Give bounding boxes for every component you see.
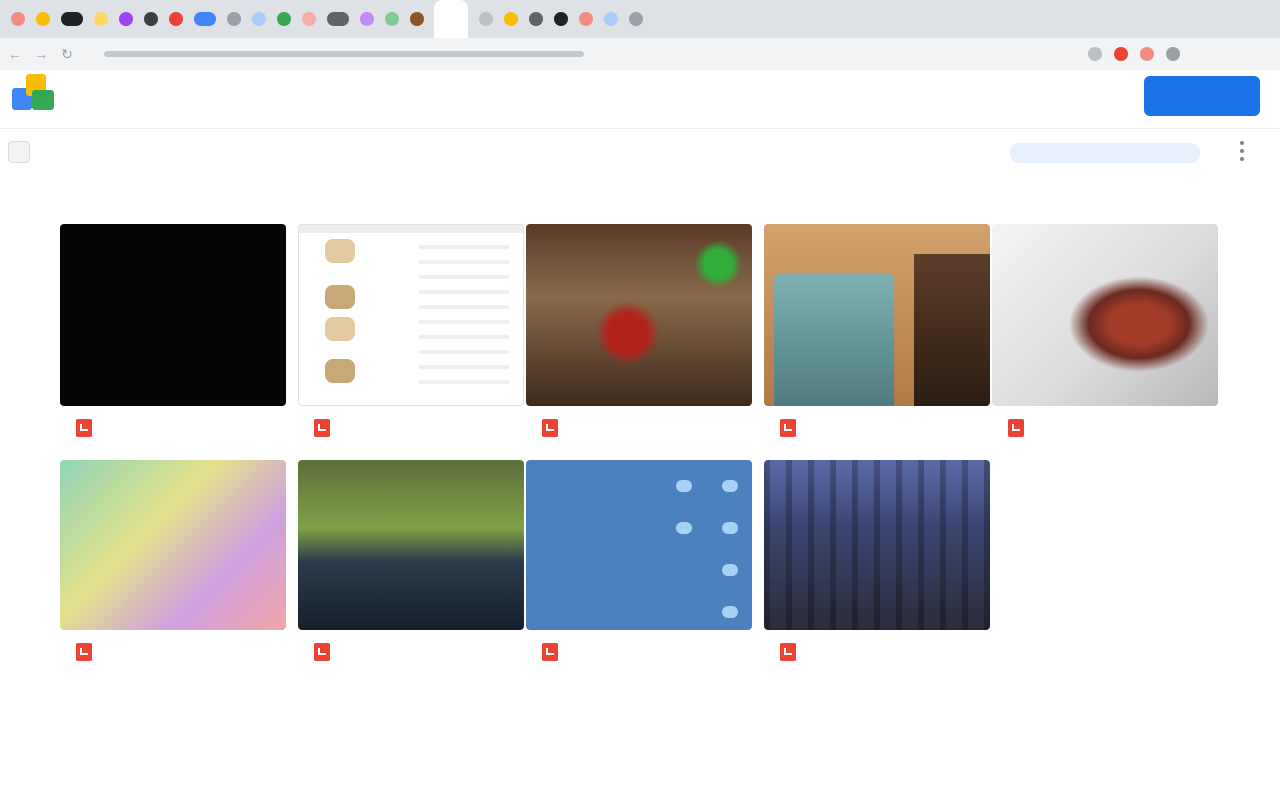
tab-favicon[interactable] [277,12,291,26]
tab-favicon[interactable] [360,12,374,26]
file-card[interactable] [60,224,286,442]
file-card[interactable] [992,224,1218,442]
tab-favicon[interactable] [194,12,216,26]
file-thumbnail[interactable] [60,460,286,630]
reload-icon[interactable]: ↻ [56,43,78,65]
more-options-icon[interactable] [1236,139,1248,163]
file-footer[interactable] [298,638,524,666]
tab-favicon[interactable] [579,12,593,26]
primary-action-button[interactable] [1144,76,1260,116]
file-card[interactable] [60,456,286,674]
file-thumbnail[interactable] [526,224,752,406]
tab-favicon[interactable] [119,12,133,26]
file-card[interactable] [298,456,524,674]
search-input[interactable] [1010,143,1200,163]
file-footer[interactable] [526,638,752,666]
action-bar [0,128,1280,173]
image-file-icon [542,419,558,437]
tab-favicon[interactable] [554,12,568,26]
file-card[interactable] [526,456,752,674]
tab-favicon[interactable] [227,12,241,26]
image-file-icon [314,419,330,437]
address-bar[interactable] [92,42,1052,66]
tab-favicon[interactable] [479,12,493,26]
file-footer[interactable] [298,414,524,442]
file-footer[interactable] [60,638,286,666]
file-thumbnail[interactable] [298,224,524,406]
file-footer[interactable] [764,638,990,666]
tab-favicon[interactable] [410,12,424,26]
file-thumbnail[interactable] [60,224,286,406]
file-thumbnail[interactable] [764,460,990,630]
app-logo[interactable] [12,74,56,118]
tab-favicon[interactable] [94,12,108,26]
tab-favicon[interactable] [11,12,25,26]
image-file-icon [780,419,796,437]
extensions-area [1076,47,1180,61]
image-file-icon [1008,419,1024,437]
image-file-icon [314,643,330,661]
file-card[interactable] [298,224,524,442]
app-header [0,70,1280,126]
tab-favicon[interactable] [252,12,266,26]
tab-favicon[interactable] [529,12,543,26]
file-thumbnail[interactable] [992,224,1218,406]
tab-favicon[interactable] [169,12,183,26]
file-card[interactable] [764,456,990,674]
tab-favicon[interactable] [302,12,316,26]
file-card[interactable] [764,224,990,442]
extension-icon[interactable] [1140,47,1154,61]
active-tab[interactable] [434,0,468,38]
browser-toolbar: ← → ↻ [0,38,1280,70]
url-text [104,51,584,57]
tab-favicon[interactable] [629,12,643,26]
forward-icon[interactable]: → [30,43,52,65]
browser-tab-strip [0,0,1280,38]
file-footer[interactable] [60,414,286,442]
file-card[interactable] [526,224,752,442]
file-thumbnail[interactable] [764,224,990,406]
image-file-icon [542,643,558,661]
select-button[interactable] [8,141,30,163]
image-file-icon [76,643,92,661]
file-footer[interactable] [526,414,752,442]
extension-icon[interactable] [1088,47,1102,61]
file-thumbnail[interactable] [526,460,752,630]
tab-favicon[interactable] [61,12,83,26]
back-icon[interactable]: ← [4,43,26,65]
extension-icon[interactable] [1114,47,1128,61]
file-footer[interactable] [992,414,1218,442]
tab-favicon[interactable] [144,12,158,26]
tab-favicon[interactable] [36,12,50,26]
tab-favicon[interactable] [327,12,349,26]
file-thumbnail[interactable] [298,460,524,630]
tab-favicon[interactable] [385,12,399,26]
image-file-icon [76,419,92,437]
tab-favicon[interactable] [604,12,618,26]
tab-favicon[interactable] [504,12,518,26]
file-footer[interactable] [764,414,990,442]
extension-icon[interactable] [1166,47,1180,61]
image-file-icon [780,643,796,661]
